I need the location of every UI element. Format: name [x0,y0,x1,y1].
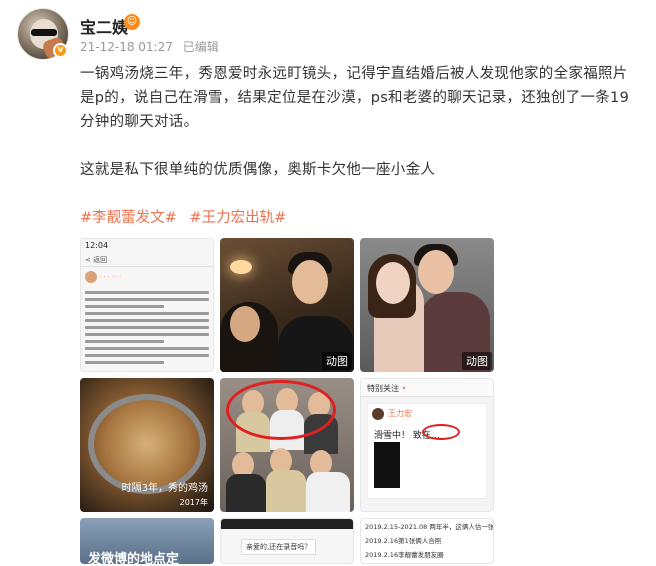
post-meta: 21-12-18 01:27 已编辑 [80,38,225,55]
post-timestamp[interactable]: 21-12-18 01:27 [80,40,173,54]
post-paragraph-2: 这就是私下很单纯的优质偶像，奥斯卡欠他一座小金人 [80,162,436,178]
image-hotpot[interactable]: 时隔3年，秀的鸡汤 2017年 [80,378,214,512]
weibo-screenshot-title: 特别关注 [367,384,399,393]
image-weibo-screenshot[interactable]: 特别关注 • 王力宏 滑雪中！ 致在… [360,378,494,512]
location-post-text: 发微博的地点定 [88,552,180,564]
gif-tag: 动图 [462,352,492,370]
phone-back: < 返回 [81,253,213,267]
gif-tag: 动图 [322,352,352,370]
post-paragraph-1: 一锅鸡汤烧三年，秀恩爱时永远盯镜头，记得宇直结婚后被人发现他家的全家福照片是p的… [80,66,630,130]
image-group-photo[interactable] [220,378,354,512]
red-circle-annotation [226,380,336,440]
image-phone-screenshot[interactable]: 12:04 < 返回 · · · · · · [80,238,214,372]
timeline-line: 2019.2.16李靓蕾发朋友圈 [365,551,444,559]
topic-tag[interactable]: #李靓蕾发文# [80,210,177,226]
weibo-screenshot-name: 王力宏 [388,409,412,418]
topic-tag[interactable]: #王力宏出轨# [189,210,286,226]
phone-time: 12:04 [85,241,109,250]
image-timeline-screenshot[interactable]: 2019.2.15-2021.08 两年半，这俩人估一张合照都没 2019.2.… [360,518,494,564]
image-restaurant-photo[interactable]: 动图 [220,238,354,372]
edited-label: 已编辑 [182,40,219,54]
image-couple-photo[interactable]: 动图 [360,238,494,372]
timeline-line: 2019.2.15-2021.08 两年半，这俩人估一张合照都没 [365,523,494,531]
image-chat-screenshot[interactable]: 亲爱的,还在录音吗？ [220,518,354,564]
weibo-post: v 宝二姨 ☺ 21-12-18 01:27 已编辑 一锅鸡汤烧三年，秀恩爱时永… [0,0,656,566]
fan-badge-icon: ☺ [124,14,140,30]
topic-tags: #李靓蕾发文# #王力宏出轨# [80,206,294,227]
red-circle-annotation [422,424,460,440]
image-location-post[interactable]: 发微博的地点定 [80,518,214,564]
verified-badge-icon: v [53,43,68,58]
chat-bubble: 亲爱的,还在录音吗？ [241,539,317,555]
timeline-line: 2019.2.16第1张俩人合照 [365,537,442,545]
hotpot-year: 2017年 [179,498,208,507]
post-content: 一锅鸡汤烧三年，秀恩爱时永远盯镜头，记得宇直结婚后被人发现他家的全家福照片是p的… [80,62,640,206]
username[interactable]: 宝二姨 [80,14,128,38]
hotpot-caption: 时隔3年，秀的鸡汤 [121,483,208,494]
